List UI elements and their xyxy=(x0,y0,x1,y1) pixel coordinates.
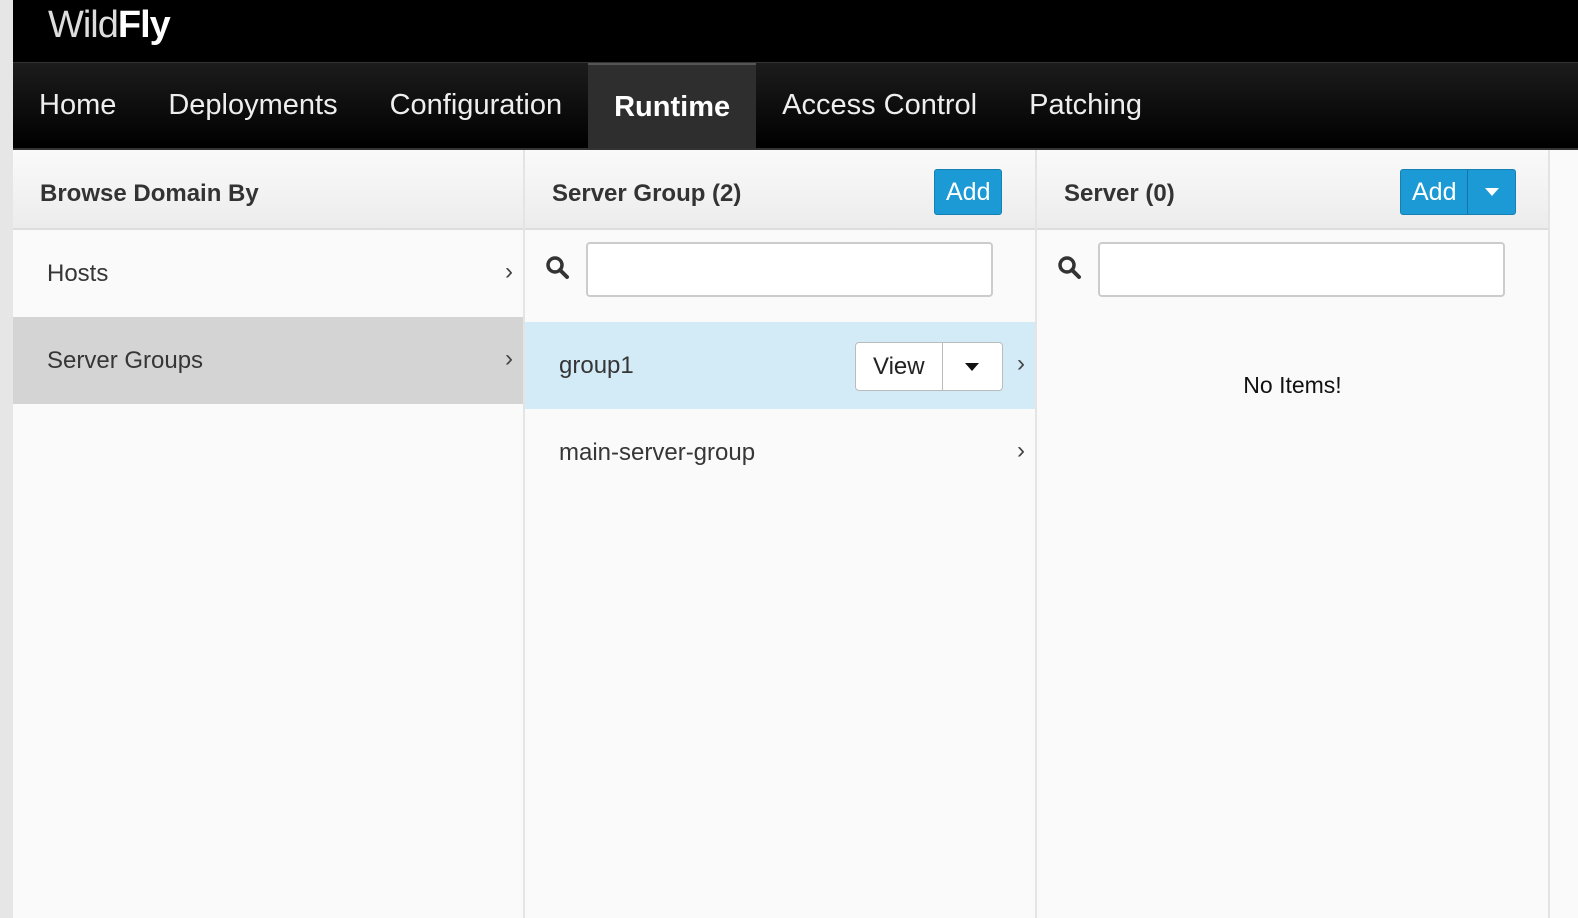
item-label: Server Groups xyxy=(47,347,204,374)
search-icon xyxy=(1058,256,1081,279)
add-server-group-button[interactable]: Add xyxy=(934,169,1003,215)
nav-home[interactable]: Home xyxy=(13,63,142,148)
brand-bar: WildFly xyxy=(13,0,1578,62)
add-server-split-button[interactable]: Add xyxy=(1400,169,1517,215)
nav-patching[interactable]: Patching xyxy=(1003,63,1168,148)
list-item-hosts[interactable]: Hosts › xyxy=(13,230,523,317)
server-search-input[interactable] xyxy=(1098,242,1505,297)
main-nav: Home Deployments Configuration Runtime A… xyxy=(13,62,1578,150)
column-title: Server Group (2) xyxy=(552,180,742,207)
nav-configuration[interactable]: Configuration xyxy=(364,63,589,148)
wildfly-logo: WildFly xyxy=(48,4,171,46)
list-item-main-server-group[interactable]: main-server-group › xyxy=(525,409,1035,496)
search-icon xyxy=(546,256,569,279)
chevron-right-icon: › xyxy=(505,345,513,372)
server-group-column: Server Group (2) Add group1 View › main-… xyxy=(525,150,1037,918)
caret-down-icon xyxy=(1484,188,1499,196)
list-item-group1[interactable]: group1 View › xyxy=(525,322,1035,409)
nav-access-control[interactable]: Access Control xyxy=(756,63,1003,148)
empty-message: No Items! xyxy=(1243,372,1342,398)
view-button[interactable]: View xyxy=(856,343,943,390)
caret-down-icon xyxy=(965,362,980,371)
add-server-button[interactable]: Add xyxy=(1401,170,1467,214)
column-title: Browse Domain By xyxy=(40,180,259,207)
list-item-server-groups[interactable]: Server Groups › xyxy=(13,317,523,404)
view-dropdown-toggle[interactable] xyxy=(943,343,1002,390)
item-label: main-server-group xyxy=(559,439,756,466)
chevron-right-icon: › xyxy=(505,258,513,285)
chevron-right-icon: › xyxy=(1017,437,1025,464)
add-dropdown-toggle[interactable] xyxy=(1467,170,1515,214)
server-group-search-input[interactable] xyxy=(586,242,993,297)
nav-runtime[interactable]: Runtime xyxy=(588,63,757,148)
view-split-button[interactable]: View xyxy=(855,342,1003,391)
server-column: Server (0) Add No Items! xyxy=(1037,150,1550,918)
nav-deployments[interactable]: Deployments xyxy=(142,63,363,148)
item-label: Hosts xyxy=(47,260,109,287)
chevron-right-icon: › xyxy=(1017,350,1025,377)
browse-column: Browse Domain By Hosts › Server Groups › xyxy=(13,150,525,918)
item-label: group1 xyxy=(559,352,634,379)
column-title: Server (0) xyxy=(1064,180,1175,207)
